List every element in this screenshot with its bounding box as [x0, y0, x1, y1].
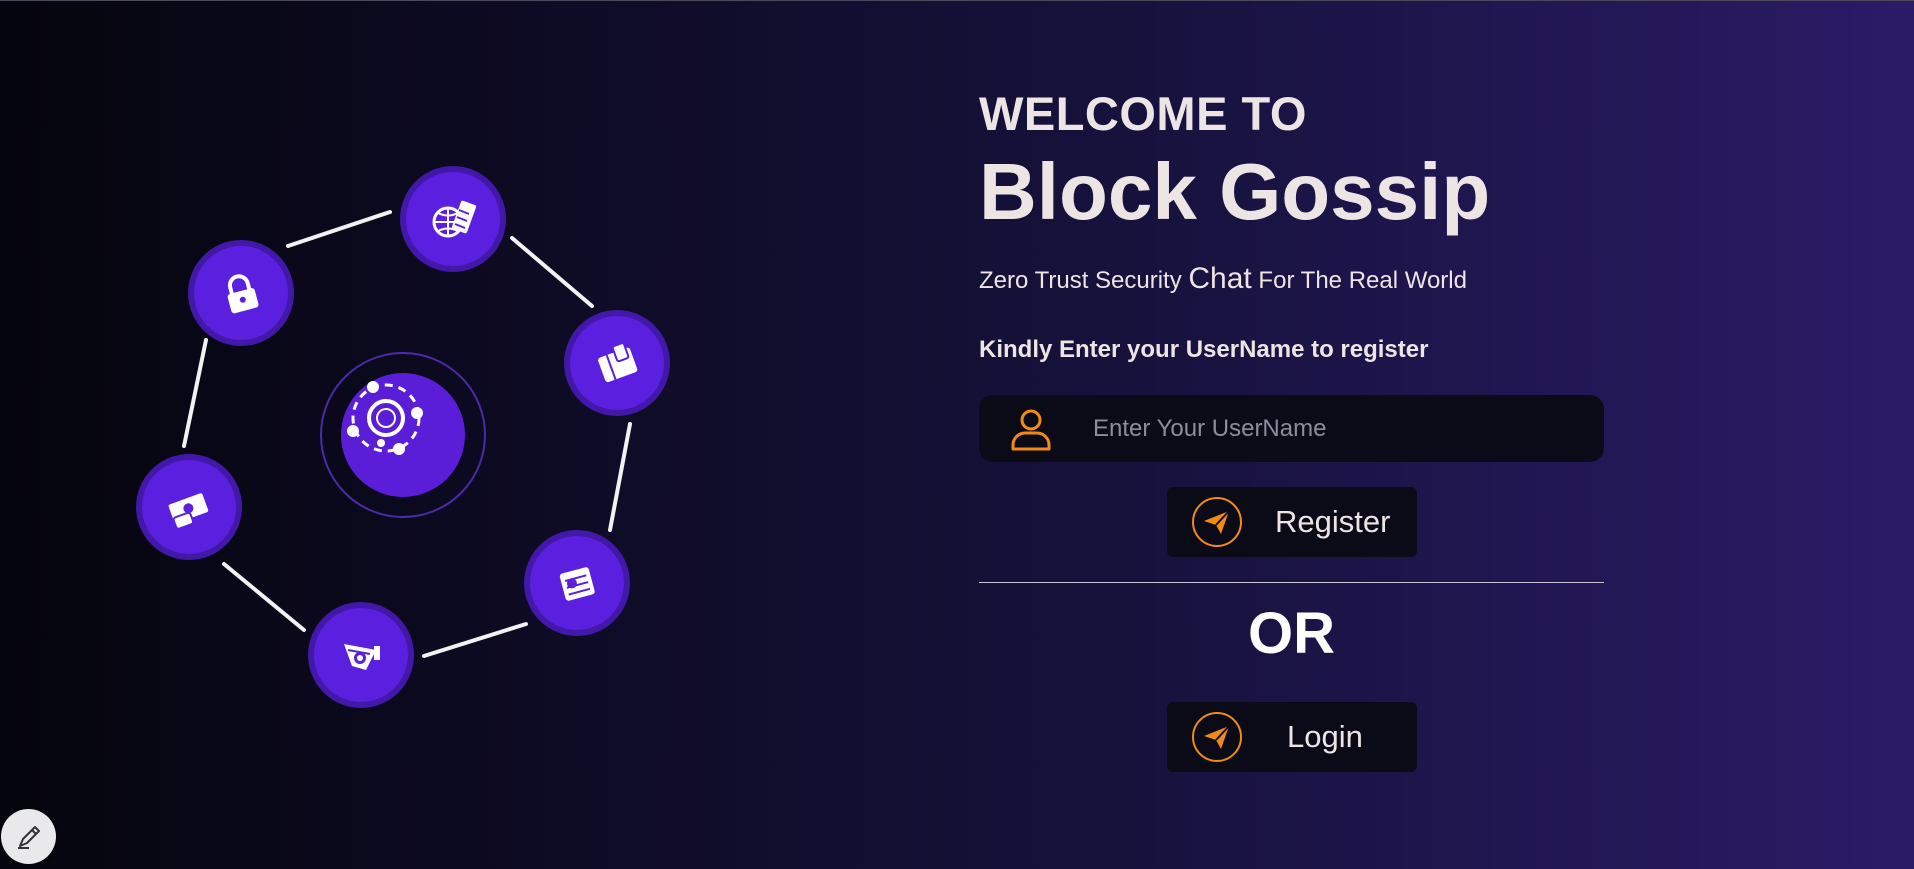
or-separator: OR [1248, 601, 1335, 666]
tagline-start: Zero Trust Security [979, 267, 1189, 294]
brand-title: Block Gossip [979, 147, 1491, 236]
user-icon [1011, 409, 1051, 450]
username-field[interactable] [979, 395, 1604, 462]
edit-fab-button[interactable] [1, 809, 56, 864]
register-label: Register [1275, 504, 1391, 539]
mining-cart-icon [314, 608, 408, 702]
blockchain-network-icon [341, 373, 465, 497]
welcome-heading: WELCOME TO [979, 87, 1307, 140]
login-label: Login [1287, 719, 1363, 754]
divider [979, 582, 1604, 583]
pen-icon [17, 825, 40, 849]
tagline-emphasis: Chat [1188, 262, 1252, 295]
paper-plane-icon [1192, 497, 1242, 547]
login-button[interactable]: Login [1167, 702, 1417, 772]
money-hand-icon [142, 460, 236, 554]
coin-stack-icon [530, 536, 624, 630]
register-button[interactable]: Register [1167, 487, 1417, 557]
wallet-icon [570, 316, 664, 410]
blockchain-illustration [120, 150, 680, 710]
padlock-icon [194, 246, 288, 340]
globe-server-icon [406, 172, 500, 266]
tagline-end: For The Real World [1251, 267, 1467, 294]
top-border [0, 0, 1914, 1]
register-instruction: Kindly Enter your UserName to register [979, 336, 1429, 363]
tagline: Zero Trust Security Chat For The Real Wo… [979, 262, 1467, 296]
paper-plane-icon [1192, 712, 1242, 762]
username-input[interactable] [1093, 408, 1573, 449]
